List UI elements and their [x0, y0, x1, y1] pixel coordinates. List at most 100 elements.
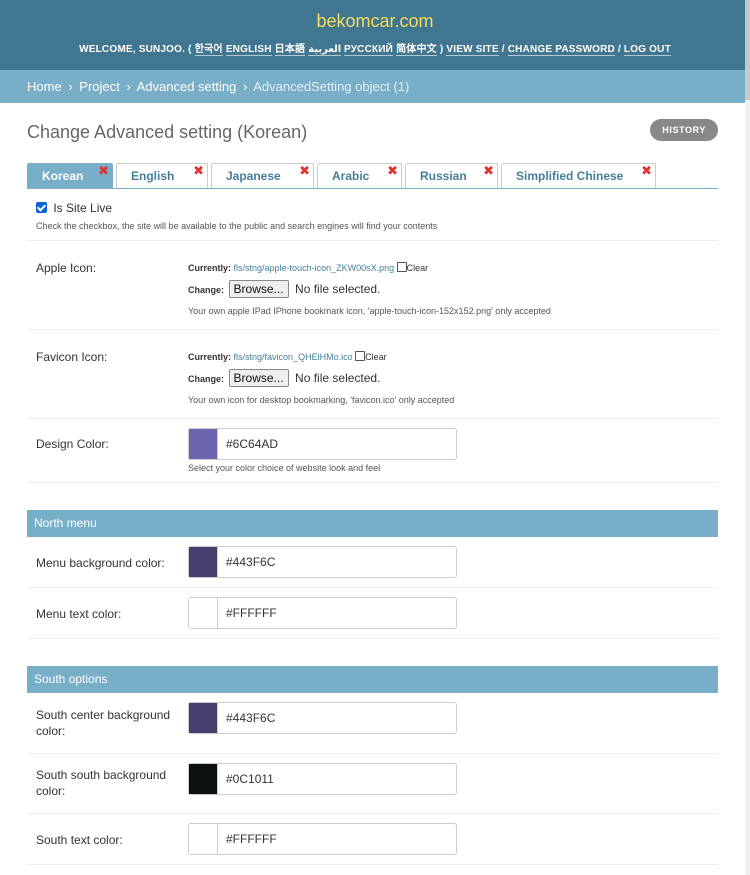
color-swatch[interactable]	[189, 429, 218, 459]
favicon-file-link[interactable]: fls/stng/favicon_QHElHMo.ico	[234, 352, 353, 362]
south-text-color-input[interactable]: #FFFFFF	[188, 823, 457, 855]
menu-bg-color-input[interactable]: #443F6C	[188, 546, 457, 578]
design-color-label: Design Color:	[36, 437, 109, 451]
menu-bg-color-row: Menu background color: #443F6C	[27, 537, 718, 588]
favicon-help: Your own icon for desktop bookmarking, '…	[188, 395, 455, 405]
lang-japanese-link[interactable]: 日本語	[274, 44, 306, 56]
separator: /	[617, 44, 621, 55]
south-text-color-label: South text color:	[36, 833, 123, 847]
tab-english[interactable]: English ✖	[116, 163, 208, 188]
menu-text-color-label: Menu text color:	[36, 607, 122, 621]
no-file-text: No file selected.	[295, 282, 381, 296]
color-value[interactable]: #FFFFFF	[218, 832, 277, 846]
lang-arabic-link[interactable]: العربية	[308, 44, 342, 56]
scrollbar-thumb[interactable]	[745, 0, 750, 100]
north-menu-heading: North menu	[27, 510, 718, 537]
remove-icon[interactable]: ✖	[299, 158, 310, 183]
south-south-bg-label: South south background color:	[36, 768, 167, 798]
currently-label: Currently:	[188, 263, 232, 273]
south-options-heading: South options	[27, 666, 718, 693]
favicon-browse-button[interactable]: Browse...	[228, 369, 289, 387]
breadcrumb-sep: ›	[68, 79, 73, 94]
south-south-bg-input[interactable]: #0C1011	[188, 763, 457, 795]
breadcrumb-sep: ›	[242, 79, 248, 94]
lang-russian-link[interactable]: РУССКИЙ	[343, 44, 394, 56]
history-button[interactable]: HISTORY	[650, 119, 718, 141]
tab-arabic[interactable]: Arabic ✖	[317, 163, 402, 188]
view-site-link[interactable]: VIEW SITE	[446, 44, 499, 56]
open-paren: (	[188, 44, 192, 55]
tab-label: Arabic	[332, 169, 370, 183]
clear-label[interactable]: Clear	[407, 263, 429, 273]
apple-icon-row: Apple Icon: Currently: fls/stng/apple-to…	[27, 241, 718, 330]
design-color-row: Design Color: #6C64AD Select your color …	[27, 419, 718, 483]
color-swatch[interactable]	[189, 824, 218, 854]
color-value[interactable]: #443F6C	[218, 711, 275, 725]
breadcrumb-sep: ›	[126, 79, 131, 94]
apple-icon-browse-button[interactable]: Browse...	[228, 280, 289, 298]
log-out-link[interactable]: LOG OUT	[623, 44, 671, 56]
lang-korean-link[interactable]: 한국어	[194, 44, 223, 56]
south-south-bg-row: South south background color: #0C1011	[27, 754, 718, 814]
currently-label: Currently:	[188, 352, 232, 362]
tab-label: Russian	[420, 169, 467, 183]
no-file-text: No file selected.	[295, 371, 381, 385]
remove-icon[interactable]: ✖	[98, 158, 109, 183]
color-swatch[interactable]	[189, 703, 218, 733]
change-password-link[interactable]: CHANGE PASSWORD	[507, 44, 615, 56]
color-value[interactable]: #0C1011	[218, 772, 274, 786]
apple-icon-label: Apple Icon:	[36, 261, 97, 275]
south-center-bg-row: South center background color: #443F6C	[27, 693, 718, 754]
tab-label: Japanese	[226, 169, 281, 183]
breadcrumb-advanced-setting[interactable]: Advanced setting	[137, 79, 237, 94]
site-live-label[interactable]: Is Site Live	[53, 201, 112, 215]
site-live-checkbox[interactable]	[36, 202, 47, 213]
remove-icon[interactable]: ✖	[193, 158, 204, 183]
design-color-input[interactable]: #6C64AD	[188, 428, 457, 460]
apple-icon-clear-checkbox[interactable]	[396, 262, 407, 272]
tab-label: Korean	[42, 169, 84, 183]
color-value[interactable]: #6C64AD	[218, 437, 278, 451]
lang-english-link[interactable]: ENGLISH	[225, 44, 272, 56]
south-center-bg-label: South center background color:	[36, 708, 171, 738]
apple-icon-help: Your own apple IPad IPhone bookmark icon…	[188, 306, 551, 316]
tab-korean[interactable]: Korean ✖	[27, 163, 113, 188]
apple-icon-file-link[interactable]: fls/stng/apple-touch-icon_ZKW00sX.png	[234, 263, 395, 273]
design-color-help: Select your color choice of website look…	[188, 463, 381, 473]
tab-simplified-chinese[interactable]: Simplified Chinese ✖	[501, 163, 656, 188]
page-title: Change Advanced setting (Korean)	[27, 122, 308, 142]
color-swatch[interactable]	[189, 598, 218, 628]
tab-japanese[interactable]: Japanese ✖	[211, 163, 314, 188]
south-center-bg-input[interactable]: #443F6C	[188, 702, 457, 734]
menu-bg-color-label: Menu background color:	[36, 556, 165, 570]
remove-icon[interactable]: ✖	[387, 158, 398, 183]
color-value[interactable]: #443F6C	[218, 555, 275, 569]
username: SUNJOO.	[138, 44, 186, 55]
breadcrumb-home[interactable]: Home	[27, 79, 62, 94]
welcome-text: WELCOME,	[79, 44, 136, 55]
tab-russian[interactable]: Russian ✖	[405, 163, 498, 188]
lang-chinese-link[interactable]: 简体中文	[396, 44, 437, 56]
site-live-help: Check the checkbox, the site will be ava…	[36, 221, 438, 231]
breadcrumb: Home › Project › Advanced setting › Adva…	[0, 70, 750, 103]
main-content: Change Advanced setting (Korean) HISTORY…	[0, 103, 750, 865]
tab-label: English	[131, 169, 175, 183]
separator: /	[501, 44, 505, 55]
clear-label[interactable]: Clear	[365, 352, 387, 362]
color-swatch[interactable]	[189, 547, 218, 577]
color-value[interactable]: #FFFFFF	[218, 606, 277, 620]
change-label: Change:	[188, 285, 224, 295]
page-scrollbar[interactable]	[745, 0, 750, 875]
remove-icon[interactable]: ✖	[641, 158, 652, 183]
site-brand[interactable]: bekomcar.com	[0, 0, 750, 40]
favicon-icon-row: Favicon Icon: Currently: fls/stng/favico…	[27, 330, 718, 419]
user-tools: WELCOME, SUNJOO. ( 한국어 ENGLISH 日本語 العرب…	[0, 40, 750, 56]
color-swatch[interactable]	[189, 764, 218, 794]
menu-text-color-input[interactable]: #FFFFFF	[188, 597, 457, 629]
favicon-clear-checkbox[interactable]	[355, 351, 366, 361]
breadcrumb-project[interactable]: Project	[79, 79, 119, 94]
remove-icon[interactable]: ✖	[483, 158, 494, 183]
site-live-row: Is Site Live Check the checkbox, the sit…	[27, 189, 718, 241]
breadcrumb-current: AdvancedSetting object (1)	[253, 79, 410, 94]
change-label: Change:	[188, 374, 224, 384]
